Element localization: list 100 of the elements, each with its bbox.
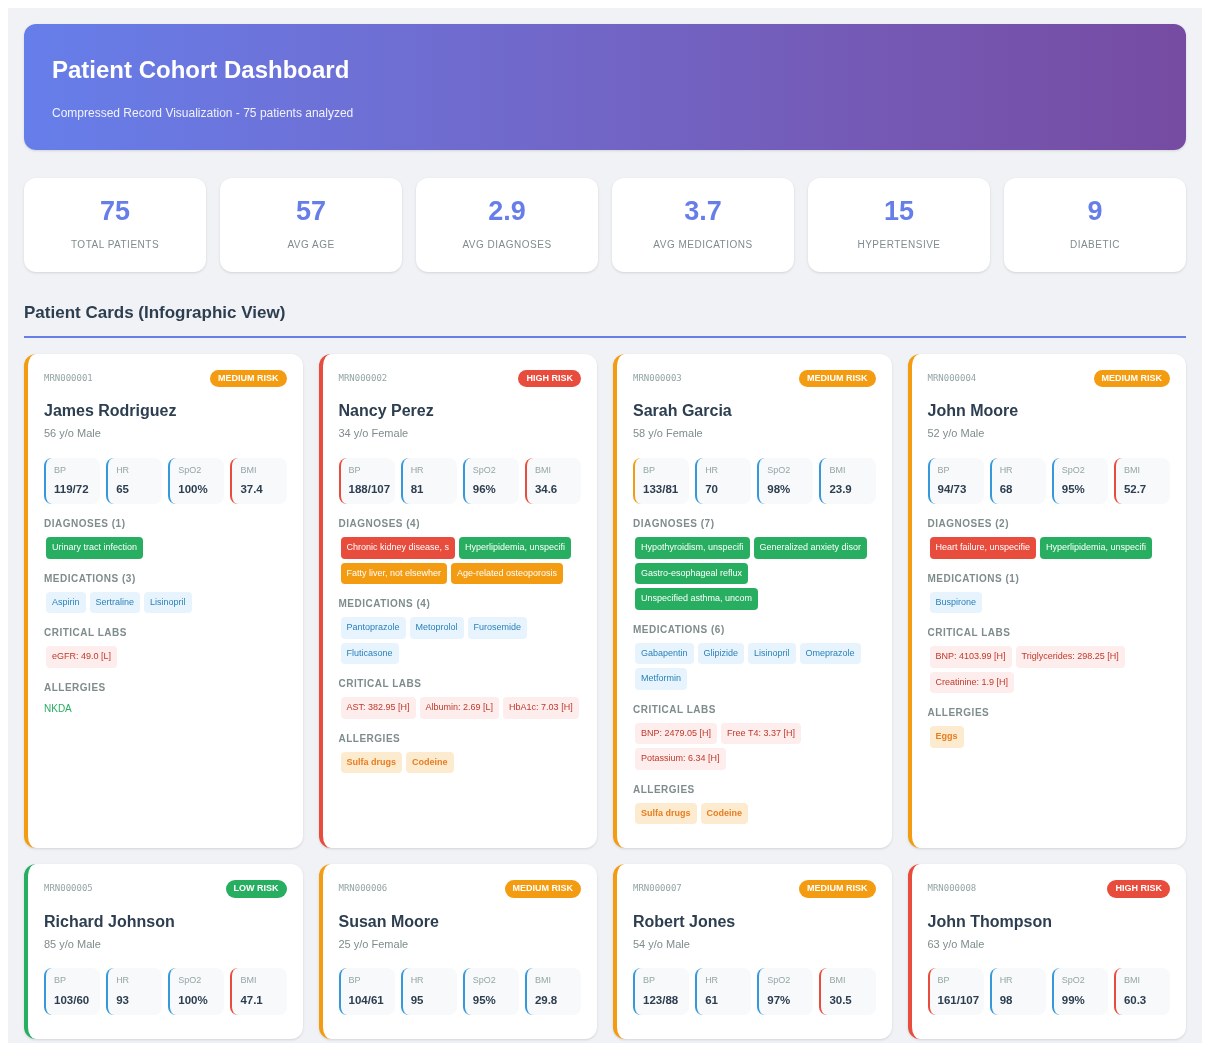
vital-value: 123/88 xyxy=(643,992,679,1008)
patient-demographics: 63 y/o Male xyxy=(927,936,986,952)
patient-name: Sarah Garcia xyxy=(633,401,733,421)
patient-name: James Rodriguez xyxy=(44,401,178,421)
section-label: DIAGNOSES (1) xyxy=(44,517,127,532)
medication-tag: Fluticasone xyxy=(340,642,399,665)
vital-value: 99% xyxy=(1061,992,1085,1008)
vital-value: 119/72 xyxy=(54,482,89,497)
risk-badge: MEDIUM RISK xyxy=(799,369,876,387)
vital-label: SpO2 xyxy=(767,463,792,477)
vital-label: BMI xyxy=(829,463,847,477)
vital-label: HR xyxy=(999,974,1014,988)
risk-badge: MEDIUM RISK xyxy=(799,880,876,898)
section-label: CRITICAL LABS xyxy=(338,677,423,692)
vital-value: 98% xyxy=(767,482,791,497)
vital-value: 95 xyxy=(410,992,424,1008)
vital-label: HR xyxy=(116,974,131,988)
diagnosis-tag: Hyperlipidemia, unspecifi xyxy=(459,537,572,559)
record-number: MRN000003 xyxy=(633,371,682,385)
vital-value: 96% xyxy=(472,482,496,497)
patient-demographics: 25 y/o Female xyxy=(338,936,410,952)
vital-value: 29.8 xyxy=(534,992,558,1008)
no-allergies-text: NKDA xyxy=(44,701,73,716)
record-number: MRN000007 xyxy=(633,882,682,896)
record-number: MRN000004 xyxy=(927,371,977,385)
vital-label: BP xyxy=(937,463,951,477)
risk-badge: MEDIUM RISK xyxy=(1093,369,1170,387)
vital-value: 104/61 xyxy=(348,992,384,1008)
allergy-tag: Codeine xyxy=(700,802,749,825)
medication-tag: Lisinopril xyxy=(748,642,796,665)
stat-label: AVG MEDICATIONS xyxy=(653,238,753,252)
patient-demographics: 85 y/o Male xyxy=(44,936,102,952)
diagnosis-tag: Age-related osteoporosis xyxy=(451,562,564,585)
patient-demographics: 54 y/o Male xyxy=(633,936,691,952)
section-label: MEDICATIONS (6) xyxy=(633,622,726,637)
vital-value: 61 xyxy=(705,992,718,1008)
diagnosis-tag: Fatty liver, not elsewher xyxy=(340,562,448,585)
vital-label: HR xyxy=(705,974,720,988)
risk-badge: MEDIUM RISK xyxy=(210,369,287,387)
lab-tag: Potassium: 6.34 [H] xyxy=(635,748,726,770)
allergy-tag: Codeine xyxy=(406,751,454,774)
vital-label: BMI xyxy=(240,463,258,477)
patient-demographics: 52 y/o Male xyxy=(927,426,986,441)
stat-value: 2.9 xyxy=(488,198,526,225)
lab-tag: Albumin: 2.69 [L] xyxy=(419,697,500,719)
risk-badge: MEDIUM RISK xyxy=(504,880,581,898)
stat-label: DIABETIC xyxy=(1069,238,1121,252)
vital-label: SpO2 xyxy=(1061,974,1086,988)
vital-label: HR xyxy=(116,463,131,477)
vital-label: BP xyxy=(643,463,656,477)
vital-label: BMI xyxy=(534,463,552,477)
vital-label: BP xyxy=(348,463,362,477)
vital-label: SpO2 xyxy=(178,974,203,988)
diagnosis-tag: Generalized anxiety disor xyxy=(753,537,868,559)
stat-value: 15 xyxy=(883,198,914,225)
medication-tag: Glipizide xyxy=(697,642,745,665)
vital-label: BP xyxy=(348,974,362,988)
lab-tag: eGFR: 49.0 [L] xyxy=(46,646,118,668)
medication-tag: Buspirone xyxy=(929,591,983,614)
record-number: MRN000008 xyxy=(927,882,977,896)
patient-name: Susan Moore xyxy=(338,911,440,932)
vital-value: 34.6 xyxy=(534,482,558,497)
vital-label: HR xyxy=(705,463,720,477)
section-label: DIAGNOSES (2) xyxy=(927,517,1010,532)
vital-label: HR xyxy=(410,463,425,477)
vital-value: 23.9 xyxy=(829,482,852,497)
lab-tag: BNP: 4103.99 [H] xyxy=(929,646,1012,668)
allergy-tag: Eggs xyxy=(929,726,964,748)
vital-label: BMI xyxy=(1123,974,1141,988)
vital-label: BP xyxy=(54,463,67,477)
section-label: ALLERGIES xyxy=(633,782,696,797)
section-label: CRITICAL LABS xyxy=(633,702,717,717)
risk-badge: LOW RISK xyxy=(225,880,287,898)
vital-label: BP xyxy=(643,974,656,988)
medication-tag: Sertraline xyxy=(89,591,141,614)
section-label: DIAGNOSES (4) xyxy=(338,517,421,532)
stat-label: HYPERTENSIVE xyxy=(857,238,941,252)
medication-tag: Lisinopril xyxy=(144,591,192,614)
section-label: ALLERGIES xyxy=(44,680,107,695)
allergy-tag: Sulfa drugs xyxy=(635,802,697,825)
section-label: MEDICATIONS (1) xyxy=(927,571,1021,586)
vital-label: HR xyxy=(999,463,1014,477)
patient-name: Nancy Perez xyxy=(338,401,435,421)
patient-demographics: 34 y/o Female xyxy=(338,426,410,441)
vital-label: SpO2 xyxy=(1061,463,1086,477)
diagnosis-tag: Urinary tract infection xyxy=(46,537,144,559)
section-label: ALLERGIES xyxy=(927,706,991,721)
vital-label: BP xyxy=(937,974,951,988)
section-heading: Patient Cards (Infographic View) xyxy=(24,300,1186,338)
patient-name: Richard Johnson xyxy=(44,911,176,932)
vital-label: BMI xyxy=(534,974,552,988)
vital-value: 95% xyxy=(1061,482,1085,497)
vital-label: SpO2 xyxy=(472,463,497,477)
risk-badge: HIGH RISK xyxy=(1107,880,1170,898)
vital-value: 133/81 xyxy=(643,482,679,497)
patient-name: John Thompson xyxy=(927,911,1053,932)
vital-value: 37.4 xyxy=(240,482,263,497)
lab-tag: Triglycerides: 298.25 [H] xyxy=(1015,646,1125,668)
medication-tag: Metoprolol xyxy=(409,617,464,639)
diagnosis-tag: Unspecified asthma, uncom xyxy=(635,588,759,610)
